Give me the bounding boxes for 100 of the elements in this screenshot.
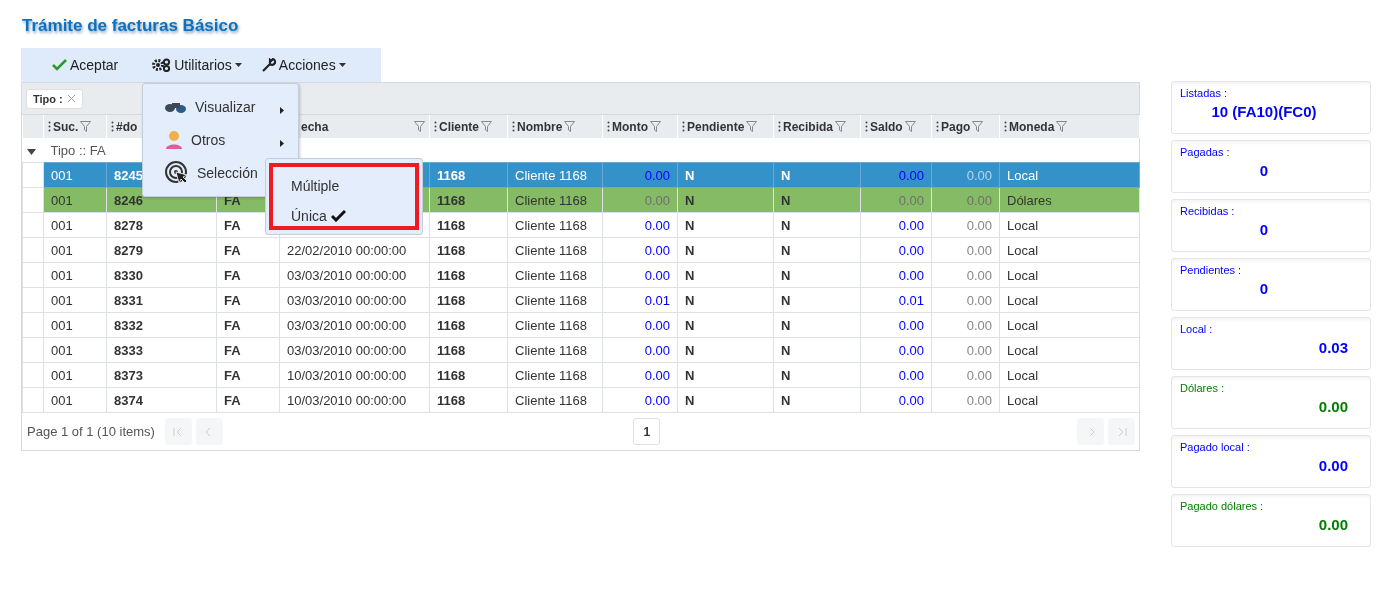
column-header[interactable]: Nombre: [507, 115, 603, 138]
drag-handle-icon[interactable]: [1004, 121, 1007, 132]
column-header[interactable]: Suc.: [43, 115, 107, 138]
target-cursor-icon: [165, 160, 189, 185]
table-cell: 0.00: [931, 187, 1000, 213]
drag-handle-icon[interactable]: [512, 121, 515, 132]
table-cell: Cliente 1168: [507, 362, 603, 388]
column-header[interactable]: Cliente: [429, 115, 508, 138]
table-cell: Local: [999, 312, 1140, 338]
first-page-icon: [173, 426, 184, 437]
summary-value: 0: [1258, 280, 1270, 297]
table-cell: 0.00: [931, 287, 1000, 313]
filter-icon[interactable]: [972, 121, 984, 132]
table-cell: 0.00: [602, 237, 678, 263]
table-cell: 0.00: [602, 387, 678, 413]
table-cell: 001: [43, 362, 107, 388]
table-cell: 0.00: [860, 362, 932, 388]
column-header[interactable]: Monto: [602, 115, 678, 138]
filter-icon[interactable]: [1056, 121, 1068, 132]
table-cell: 001: [43, 287, 107, 313]
table-cell: 0.00: [602, 262, 678, 288]
table-cell: 001: [43, 337, 107, 363]
table-cell: 0.00: [602, 312, 678, 338]
table-cell: 0.00: [860, 262, 932, 288]
table-cell: N: [677, 287, 774, 313]
group-chip[interactable]: Tipo :: [26, 88, 83, 109]
table-cell: Cliente 1168: [507, 187, 603, 213]
table-cell: 1168: [429, 187, 508, 213]
summary-value: 0: [1258, 162, 1270, 179]
table-cell: N: [677, 162, 774, 188]
close-icon[interactable]: [66, 94, 76, 103]
table-cell: 1168: [429, 387, 508, 413]
table-cell: 0.01: [860, 287, 932, 313]
filter-icon[interactable]: [414, 121, 425, 132]
table-cell: 1168: [429, 262, 508, 288]
table-cell: 10/03/2010 00:00:00: [279, 362, 430, 388]
table-cell: 0.01: [602, 287, 678, 313]
table-cell: N: [773, 237, 861, 263]
drag-handle-icon[interactable]: [607, 121, 610, 132]
column-header[interactable]: Saldo: [860, 115, 932, 138]
summary-label: Local :: [1180, 323, 1214, 335]
drag-handle-icon[interactable]: [936, 121, 939, 132]
column-header[interactable]: Pendiente: [677, 115, 774, 138]
filter-icon[interactable]: [904, 121, 916, 132]
table-cell: 1168: [429, 337, 508, 363]
table-cell: FA: [216, 337, 280, 363]
table-cell: 10/03/2010 00:00:00: [279, 387, 430, 413]
summary-value: 10 (FA10)(FC0): [1210, 103, 1318, 120]
summary-value: 0.00: [1317, 516, 1349, 533]
filter-icon[interactable]: [835, 121, 846, 132]
toolbar-button[interactable]: Acciones: [255, 53, 352, 77]
pager-info: Page 1 of 1 (10 items): [27, 424, 155, 439]
table-cell: 0.00: [931, 212, 1000, 238]
table-cell: Cliente 1168: [507, 162, 603, 188]
drag-handle-icon[interactable]: [682, 121, 685, 132]
drag-handle-icon[interactable]: [778, 121, 781, 132]
table-cell: Cliente 1168: [507, 262, 603, 288]
table-cell: N: [677, 262, 774, 288]
table-cell: N: [677, 187, 774, 213]
filter-icon[interactable]: [481, 121, 492, 132]
table-cell: 0.00: [931, 262, 1000, 288]
table-cell: Dólares: [999, 187, 1140, 213]
toolbar-button[interactable]: Aceptar: [46, 53, 125, 77]
table-cell: 8330: [106, 262, 217, 288]
filter-icon[interactable]: [80, 121, 92, 132]
filter-icon[interactable]: [746, 121, 758, 132]
table-cell: 0.00: [860, 162, 932, 188]
table-cell: 1168: [429, 287, 508, 313]
summary-value: 0: [1258, 221, 1270, 238]
toolbar-button[interactable]: Utilitarios: [146, 53, 248, 77]
table-cell: N: [773, 337, 861, 363]
table-cell: 001: [43, 162, 107, 188]
table-cell: FA: [216, 262, 280, 288]
filter-icon[interactable]: [650, 121, 661, 132]
column-header[interactable]: Moneda: [999, 115, 1140, 138]
table-cell: 1168: [429, 237, 508, 263]
table-cell: 8333: [106, 337, 217, 363]
summary-label: Dólares :: [1180, 382, 1226, 394]
drag-handle-icon[interactable]: [434, 121, 437, 132]
page-button[interactable]: 1: [633, 418, 661, 445]
table-cell: 0.00: [931, 337, 1000, 363]
table-cell: 1168: [429, 162, 508, 188]
column-header[interactable]: Recibida: [773, 115, 861, 138]
drag-handle-icon[interactable]: [111, 121, 114, 132]
table-cell: 8332: [106, 312, 217, 338]
table-cell: Local: [999, 337, 1140, 363]
table-cell: 8279: [106, 237, 217, 263]
column-header[interactable]: Pago: [931, 115, 1000, 138]
table-cell: Cliente 1168: [507, 287, 603, 313]
collapse-arrow-icon[interactable]: [26, 148, 36, 155]
table-cell: Local: [999, 262, 1140, 288]
filter-icon[interactable]: [564, 121, 576, 132]
table-cell: Local: [999, 287, 1140, 313]
drag-handle-icon[interactable]: [865, 121, 868, 132]
table-cell: N: [773, 162, 861, 188]
table-cell: N: [677, 312, 774, 338]
table-cell: Local: [999, 362, 1140, 388]
table-cell: 0.00: [602, 362, 678, 388]
table-cell: 03/03/2010 00:00:00: [279, 262, 430, 288]
drag-handle-icon[interactable]: [48, 121, 51, 132]
